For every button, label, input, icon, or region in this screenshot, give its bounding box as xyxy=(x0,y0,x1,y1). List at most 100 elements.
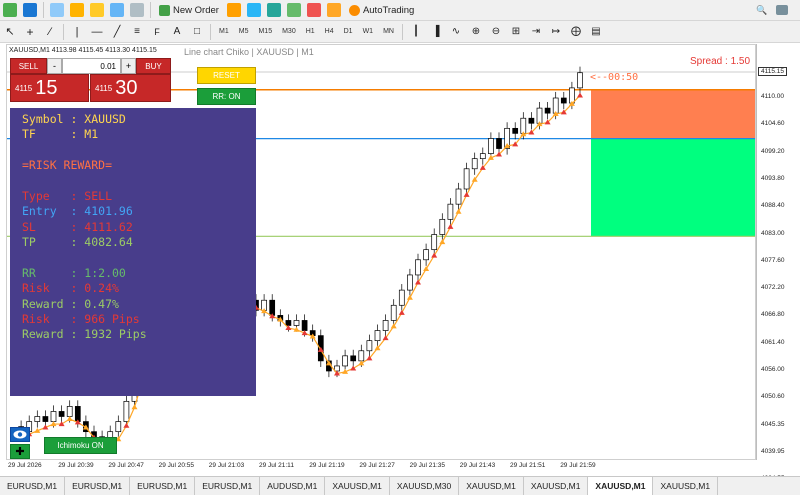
channel-icon[interactable]: ≡ xyxy=(128,23,146,41)
candle-body xyxy=(123,400,130,422)
time-tick-label: 29 Jul 20:47 xyxy=(108,462,144,469)
price-tick-label: 4077.60 xyxy=(761,256,785,264)
candle-body xyxy=(382,320,389,331)
candle-body xyxy=(528,117,535,124)
reset-button[interactable]: RESET xyxy=(197,67,256,84)
buy-price-big: 30 xyxy=(115,76,138,99)
chart-tab[interactable]: EURUSD,M1 xyxy=(0,477,66,495)
ichimoku-toggle-button[interactable]: Ichimoku ON xyxy=(44,437,117,454)
vertical-line-icon[interactable]: | xyxy=(68,23,86,41)
timeframe-d1[interactable]: D1 xyxy=(339,24,358,40)
tile-windows-icon[interactable]: ⊞ xyxy=(507,23,525,41)
chart-shift-icon[interactable]: ↦ xyxy=(547,23,565,41)
bar-chart-icon[interactable]: ┃ xyxy=(407,23,425,41)
timeframe-m30[interactable]: M30 xyxy=(277,24,301,40)
signal-arrow xyxy=(423,266,430,272)
price-tick-label: 4039.95 xyxy=(761,447,785,455)
time-tick-label: 29 Jul 2026 xyxy=(8,462,42,469)
signal-arrow xyxy=(415,279,421,285)
search-icon[interactable]: 🔍 xyxy=(753,1,771,19)
sell-button[interactable]: SELL xyxy=(10,58,47,74)
signals-icon[interactable] xyxy=(245,1,263,19)
chart-tab[interactable]: XAUUSD,M1 xyxy=(653,477,719,495)
auto-trading-button[interactable]: AutoTrading xyxy=(345,1,418,19)
candle-body xyxy=(358,350,365,362)
indicators-icon[interactable]: ⨁ xyxy=(567,23,585,41)
cursor-icon[interactable]: ↖ xyxy=(1,23,19,41)
line-tools-icon[interactable]: ∕ xyxy=(41,23,59,41)
candle-body xyxy=(58,411,65,417)
chart-tab[interactable]: XAUUSD,M1 xyxy=(325,477,390,495)
timeframe-m1[interactable]: M1 xyxy=(214,24,234,40)
lot-decrease-button[interactable]: - xyxy=(47,58,62,74)
chart-tab[interactable]: XAUUSD,M1 xyxy=(588,477,654,495)
time-tick-label: 29 Jul 21:43 xyxy=(459,462,496,469)
sell-price-button[interactable]: 4115 15 xyxy=(10,74,89,102)
time-tick-label: 29 Jul 21:27 xyxy=(359,462,395,469)
timeframe-h1[interactable]: H1 xyxy=(301,24,320,40)
line-chart-icon[interactable]: ∿ xyxy=(447,23,465,41)
time-tick-label: 29 Jul 20:39 xyxy=(58,462,94,469)
auto-scroll-icon[interactable]: ⇥ xyxy=(527,23,545,41)
zoom-out-icon[interactable]: ⊖ xyxy=(487,23,505,41)
shapes-icon[interactable]: □ xyxy=(188,23,206,41)
candle-chart-icon[interactable]: ▐ xyxy=(427,23,445,41)
buy-button[interactable]: BUY xyxy=(136,58,171,74)
vps-icon[interactable] xyxy=(285,1,303,19)
timeframe-m5[interactable]: M5 xyxy=(234,24,254,40)
market-watch-icon[interactable] xyxy=(48,1,66,19)
crosshair-toggle-icon[interactable]: ✚ xyxy=(10,444,30,459)
trendline-icon[interactable]: ╱ xyxy=(108,23,126,41)
signal-arrow xyxy=(463,191,470,197)
profiles-icon[interactable] xyxy=(21,1,39,19)
candle-body xyxy=(560,97,567,104)
timeframe-h4[interactable]: H4 xyxy=(320,24,339,40)
chart-tab[interactable]: EURUSD,M1 xyxy=(65,477,131,495)
rr-line: Reward : 0.47% xyxy=(22,296,119,311)
candle-body xyxy=(544,107,551,114)
new-chart-icon[interactable] xyxy=(1,1,19,19)
rr-line: Type : SELL xyxy=(22,188,113,203)
one-click-trading-panel: SELL - 0.01 + BUY 4115 15 4115 30 xyxy=(10,58,171,103)
navigator-icon[interactable] xyxy=(88,1,106,19)
eye-icon[interactable] xyxy=(10,427,30,442)
timeframe-w1[interactable]: W1 xyxy=(358,24,379,40)
price-axis: 4110.00 4104.60 4099.20 4093.80 4088.40 4083.… xyxy=(756,44,798,482)
candle-body xyxy=(447,203,454,220)
chat-icon[interactable] xyxy=(773,1,791,19)
metaeditor-icon[interactable] xyxy=(225,1,243,19)
chart-tab[interactable]: EURUSD,M1 xyxy=(130,477,196,495)
chart-tab[interactable]: XAUUSD,M30 xyxy=(390,477,460,495)
community-icon[interactable] xyxy=(305,1,323,19)
text-icon[interactable]: A xyxy=(168,23,186,41)
zoom-in-icon[interactable]: ⊕ xyxy=(467,23,485,41)
buy-price-button[interactable]: 4115 30 xyxy=(90,74,171,102)
data-window-icon[interactable] xyxy=(68,1,86,19)
current-price-tag: 4115.15 xyxy=(758,67,788,76)
candle-body xyxy=(269,299,276,316)
countdown-label: <--00:50 xyxy=(590,72,639,83)
chart-tab[interactable]: AUDUSD,M1 xyxy=(260,477,326,495)
crosshair-icon[interactable]: + xyxy=(21,23,39,41)
fibonacci-icon[interactable]: F xyxy=(148,23,166,41)
lot-increase-button[interactable]: + xyxy=(121,58,136,74)
time-tick-label: 29 Jul 21:19 xyxy=(309,462,345,469)
chart-tab[interactable]: EURUSD,M1 xyxy=(195,477,261,495)
candle-body xyxy=(536,107,543,124)
market-icon[interactable] xyxy=(265,1,283,19)
market-shop-icon[interactable] xyxy=(325,1,343,19)
terminal-icon[interactable] xyxy=(108,1,126,19)
indicator-label: Line chart Chiko | XAUUSD | M1 xyxy=(184,47,314,57)
horizontal-line-icon[interactable]: — xyxy=(88,23,106,41)
candle-body xyxy=(439,218,446,235)
strategy-tester-icon[interactable] xyxy=(128,1,146,19)
timeframe-mn[interactable]: MN xyxy=(378,24,399,40)
chart-tab[interactable]: XAUUSD,M1 xyxy=(459,477,524,495)
chart-tab[interactable]: XAUUSD,M1 xyxy=(524,477,589,495)
candle-body xyxy=(463,168,470,190)
lot-size-input[interactable]: 0.01 xyxy=(62,58,121,74)
timeframe-m15[interactable]: M15 xyxy=(253,24,277,40)
rr-toggle-button[interactable]: RR: ON xyxy=(197,88,256,105)
new-order-button[interactable]: New Order xyxy=(155,1,223,19)
templates-icon[interactable]: ▤ xyxy=(587,23,605,41)
